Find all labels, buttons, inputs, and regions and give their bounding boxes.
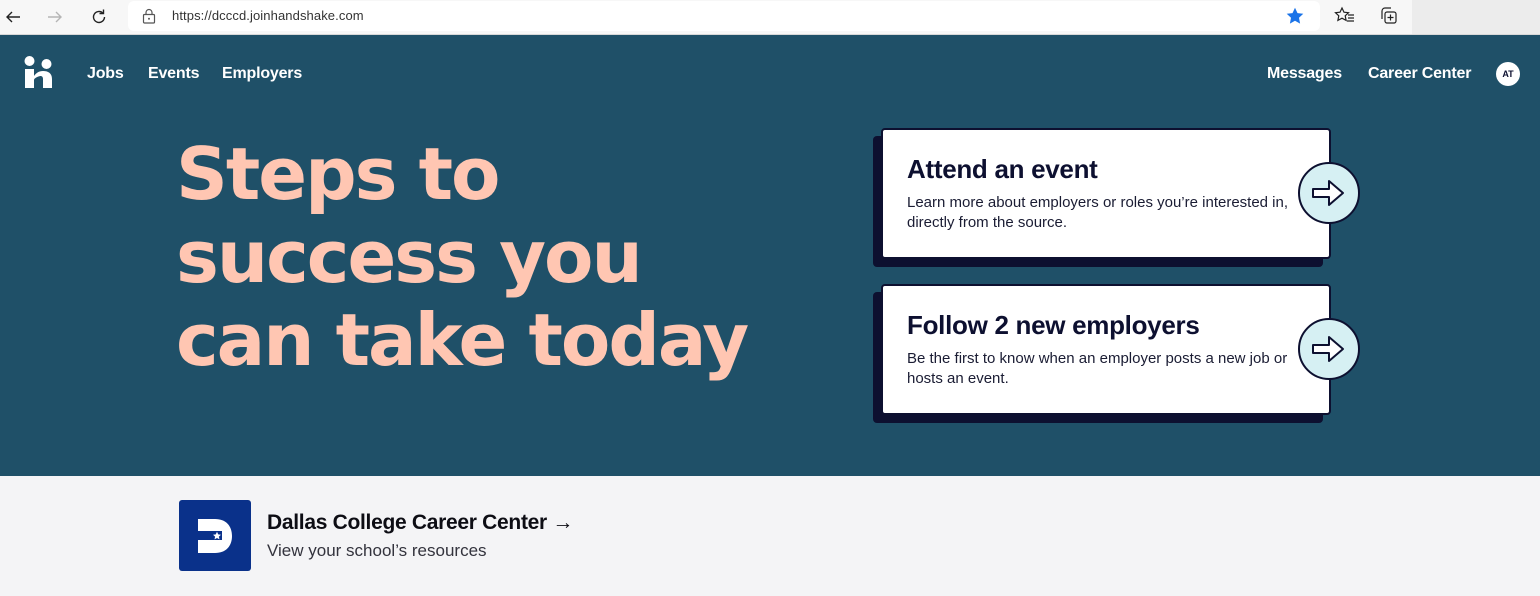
career-center-link[interactable]: Dallas College Career Center → [267, 511, 573, 535]
user-avatar[interactable]: AT [1496, 62, 1520, 86]
card-description: Be the first to know when an employer po… [907, 350, 1288, 387]
card-description: Learn more about employers or roles you’… [907, 194, 1289, 231]
arrow-right-circle-icon[interactable] [1297, 317, 1361, 381]
collections-icon[interactable] [1378, 5, 1400, 27]
favorites-list-icon[interactable] [1334, 5, 1356, 27]
card-body[interactable]: Follow 2 new employers Be the first to k… [881, 284, 1331, 415]
hero-headline: Steps to success you can take today [176, 133, 816, 382]
nav-link-events[interactable]: Events [148, 65, 199, 83]
browser-toolbar: https://dcccd.joinhandshake.com [0, 0, 1540, 35]
card-title: Follow 2 new employers [907, 310, 1200, 340]
back-button[interactable] [0, 4, 26, 30]
school-subtitle: View your school’s resources [267, 541, 487, 560]
toolbar-empty-area [1412, 0, 1540, 34]
nav-link-jobs[interactable]: Jobs [87, 65, 124, 83]
step-card-follow-employers[interactable]: Follow 2 new employers Be the first to k… [873, 284, 1360, 424]
nav-link-career-center[interactable]: Career Center [1368, 65, 1471, 83]
school-section: Dallas College Career Center → View your… [0, 476, 1540, 596]
card-title: Attend an event [907, 154, 1098, 184]
arrow-right-circle-icon[interactable] [1297, 161, 1361, 225]
headline-line: success you [176, 215, 643, 299]
card-body[interactable]: Attend an event Learn more about employe… [881, 128, 1331, 259]
headline-line: can take today [176, 298, 749, 382]
arrow-left-icon [6, 11, 20, 23]
headline-line: Steps to [176, 132, 500, 216]
forward-button[interactable] [42, 4, 68, 30]
hero-section: Jobs Events Employers Messages Career Ce… [0, 35, 1540, 476]
lock-icon[interactable] [142, 8, 156, 24]
nav-link-messages[interactable]: Messages [1267, 65, 1342, 83]
dallas-college-logo-icon [198, 519, 232, 553]
school-logo[interactable] [179, 500, 251, 571]
handshake-logo-icon[interactable] [24, 55, 54, 89]
reload-icon [92, 9, 106, 24]
star-filled-icon[interactable] [1285, 6, 1305, 26]
reload-button[interactable] [86, 4, 112, 30]
nav-link-employers[interactable]: Employers [222, 65, 302, 83]
step-card-attend-event[interactable]: Attend an event Learn more about employe… [873, 128, 1360, 268]
address-bar[interactable]: https://dcccd.joinhandshake.com [128, 1, 1320, 31]
url-text[interactable]: https://dcccd.joinhandshake.com [172, 8, 364, 23]
arrow-right-icon [48, 11, 62, 23]
